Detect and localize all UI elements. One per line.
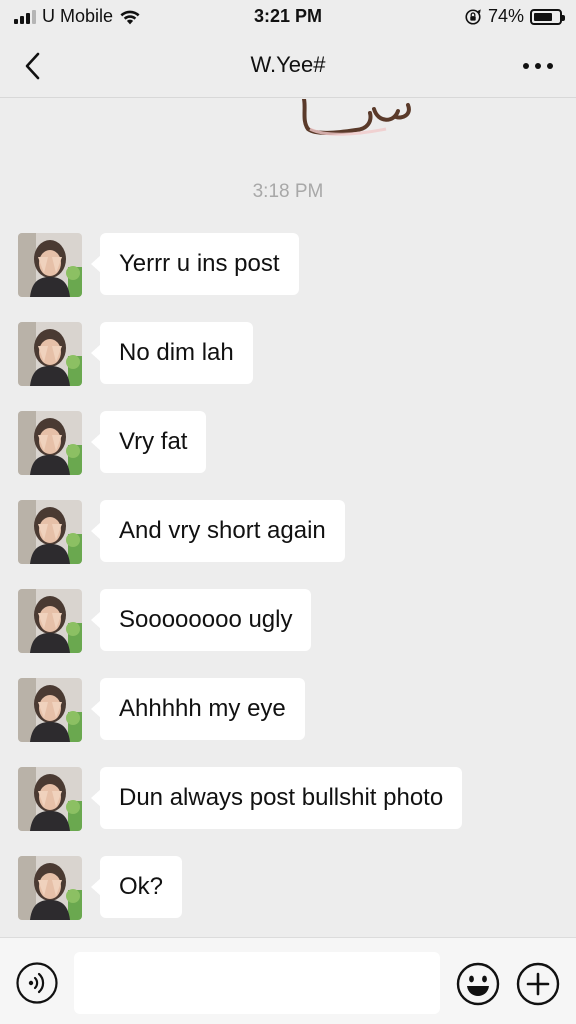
plus-circle-icon <box>516 962 560 1006</box>
message-input[interactable] <box>74 952 440 1014</box>
avatar[interactable] <box>18 233 82 297</box>
voice-icon <box>16 962 58 1004</box>
avatar[interactable] <box>18 589 82 653</box>
more-horizontal-icon <box>523 63 553 69</box>
avatar[interactable] <box>18 856 82 920</box>
status-bar: U Mobile 3:21 PM 74% <box>0 0 576 34</box>
message-bubble[interactable]: Yerrr u ins post <box>91 233 299 295</box>
plus-button[interactable] <box>516 962 560 1006</box>
battery-percent: 74% <box>487 6 524 26</box>
message-bubble[interactable]: Ahhhhh my eye <box>91 678 305 740</box>
battery-icon <box>530 8 565 25</box>
message-row: Ok? <box>18 856 183 920</box>
nav-bar: W.Yee# <box>0 34 576 98</box>
input-bar <box>0 937 576 1024</box>
rotation-lock-icon <box>465 8 481 25</box>
chat-area[interactable]: 3:18 PM Yerrr u ins post No dim lah Vry fa… <box>0 99 576 937</box>
message-row: Soooooooo ugly <box>18 589 312 653</box>
avatar[interactable] <box>18 500 82 564</box>
avatar[interactable] <box>18 322 82 386</box>
message-row: And vry short again <box>18 500 345 564</box>
status-right: 74% <box>464 6 565 27</box>
avatar[interactable] <box>18 767 82 831</box>
message-row: No dim lah <box>18 322 253 386</box>
message-bubble[interactable]: And vry short again <box>91 500 345 562</box>
avatar[interactable] <box>18 678 82 742</box>
more-button[interactable] <box>518 52 558 80</box>
chat-title: W.Yee# <box>250 52 326 77</box>
message-bubble[interactable]: Ok? <box>90 856 183 918</box>
message-row: Dun always post bullshit photo <box>18 767 463 831</box>
voice-button[interactable] <box>16 962 58 1004</box>
message-row: Vry fat <box>18 411 207 475</box>
sticker-image[interactable] <box>296 99 420 137</box>
message-row: Ahhhhh my eye <box>18 678 305 742</box>
message-timestamp: 3:18 PM <box>252 181 324 202</box>
message-bubble[interactable]: Dun always post bullshit photo <box>90 767 463 829</box>
emoji-icon <box>456 962 500 1006</box>
message-bubble[interactable]: No dim lah <box>91 322 253 384</box>
message-bubble[interactable]: Soooooooo ugly <box>90 589 312 651</box>
avatar[interactable] <box>18 411 82 475</box>
message-bubble[interactable]: Vry fat <box>90 411 207 473</box>
message-row: Yerrr u ins post <box>18 233 299 297</box>
emoji-button[interactable] <box>456 962 500 1006</box>
